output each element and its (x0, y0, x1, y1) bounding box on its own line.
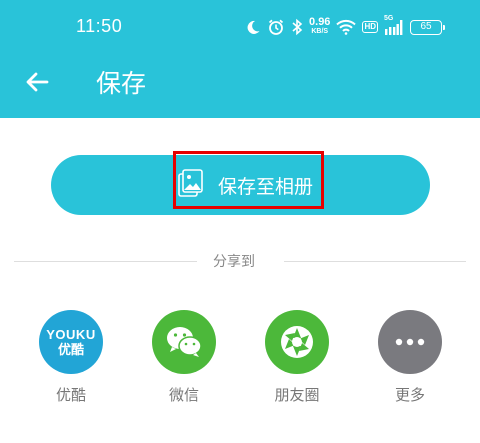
battery-icon: 65 (410, 19, 445, 35)
back-arrow-icon (26, 72, 49, 92)
app-header: 11:50 0.96 KB/S HD 5G 65 保存 (0, 0, 480, 118)
share-app-youku[interactable]: YOUKU 优酷 优酷 (39, 310, 103, 405)
save-button-label: 保存至相册 (217, 175, 313, 198)
share-divider: 分享到 (14, 250, 466, 272)
share-label: 分享到 (213, 254, 255, 270)
moon-icon (245, 19, 261, 35)
hd-badge: HD (362, 21, 378, 33)
moments-icon (265, 310, 329, 374)
share-app-moments[interactable]: 朋友圈 (265, 310, 329, 405)
network-speed: 0.96 KB/S (309, 16, 331, 36)
status-bar: 11:50 0.96 KB/S HD 5G 65 (0, 0, 480, 52)
alarm-icon (267, 18, 285, 36)
save-to-album-button[interactable]: 保存至相册 (51, 155, 430, 215)
share-app-label: 微信 (168, 386, 199, 404)
divider-line-right (284, 261, 466, 262)
youku-logo-subtext: 优酷 (57, 342, 84, 357)
signal-label: 5G (384, 15, 394, 22)
wifi-icon (336, 19, 357, 35)
back-button[interactable] (22, 66, 54, 98)
share-app-wechat[interactable]: 微信 (152, 310, 216, 405)
share-app-label: 优酷 (55, 386, 86, 404)
more-dots-icon (378, 310, 442, 374)
bluetooth-icon (291, 18, 303, 36)
page-title: 保存 (96, 69, 147, 98)
nav-bar: 保存 (0, 52, 480, 118)
share-app-label: 朋友圈 (274, 386, 320, 404)
divider-line-left (14, 261, 197, 262)
share-app-label: 更多 (394, 386, 425, 404)
youku-logo-text: YOUKU (46, 327, 96, 342)
signal-icon: 5G (384, 15, 404, 36)
wechat-icon (152, 310, 216, 374)
album-image-icon (178, 169, 204, 201)
status-icons: 0.96 KB/S HD 5G 65 (245, 14, 445, 40)
status-time: 11:50 (76, 16, 123, 36)
youku-logo: YOUKU 优酷 (39, 310, 103, 374)
share-app-more[interactable]: 更多 (378, 310, 442, 405)
